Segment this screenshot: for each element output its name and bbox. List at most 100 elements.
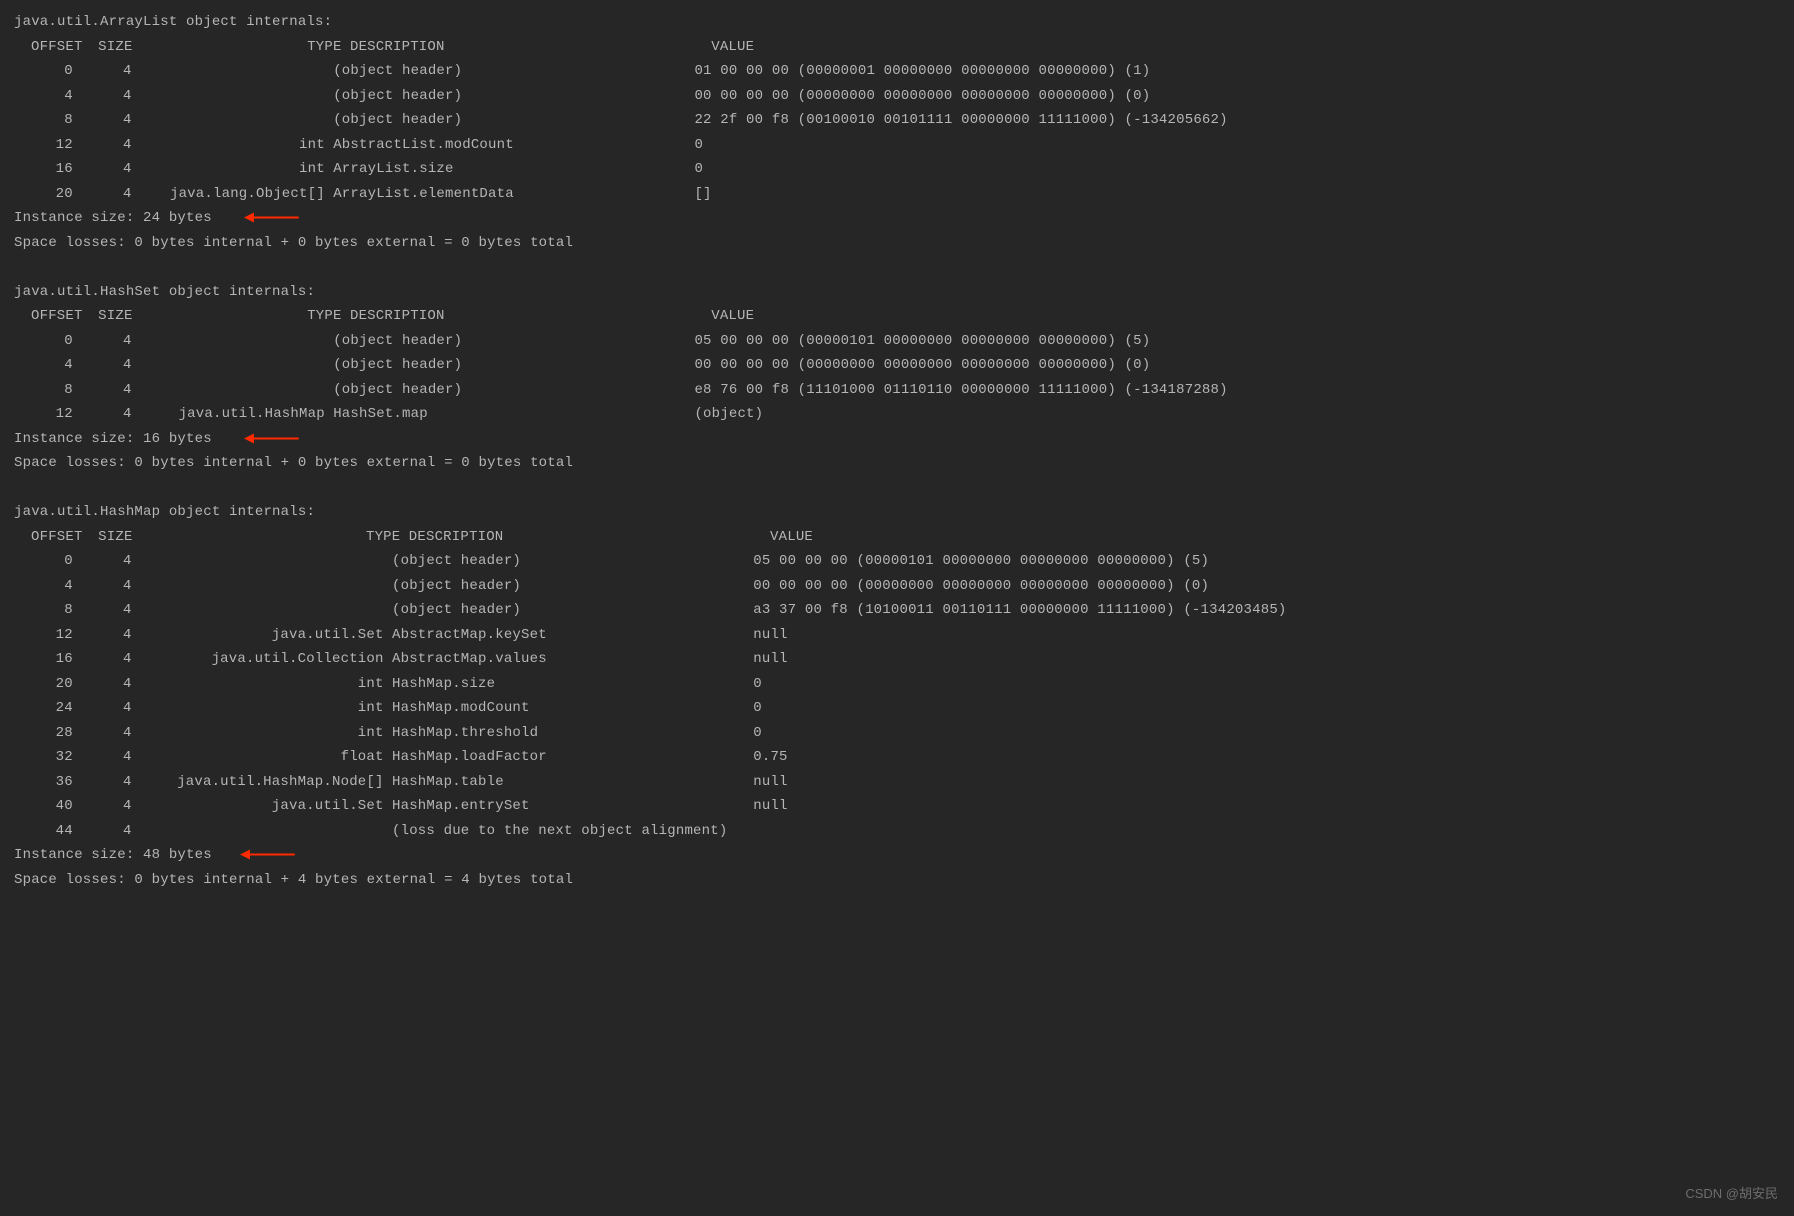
table-row: 164intArrayList.size0 (14, 157, 1780, 182)
space-losses-line: Space losses: 0 bytes internal + 0 bytes… (14, 451, 1780, 476)
col-hdr-type: TYPE (157, 35, 342, 60)
cell-desc: AbstractMap.values (392, 647, 753, 672)
table-row: 04(object header)05 00 00 00 (00000101 0… (14, 549, 1780, 574)
table-row: 44(object header)00 00 00 00 (00000000 0… (14, 574, 1780, 599)
col-hdr-offset: OFFSET (14, 35, 81, 60)
table-row: 204intHashMap.size0 (14, 672, 1780, 697)
cell-offset: 0 (14, 329, 73, 354)
cell-value: 0 (694, 133, 1780, 158)
cell-size: 4 (73, 794, 132, 819)
col-hdr-size: SIZE (81, 35, 148, 60)
space-losses-line: Space losses: 0 bytes internal + 4 bytes… (14, 868, 1780, 893)
cell-size: 4 (73, 745, 132, 770)
cell-type (140, 329, 325, 354)
cell-size: 4 (73, 819, 132, 844)
table-row: 204java.lang.Object[]ArrayList.elementDa… (14, 182, 1780, 207)
cell-desc: (loss due to the next object alignment) (392, 819, 753, 844)
cell-type (140, 574, 384, 599)
highlight-arrow-icon (244, 213, 299, 223)
col-hdr-value: VALUE (770, 525, 1780, 550)
cell-type (140, 108, 325, 133)
cell-offset: 8 (14, 108, 73, 133)
col-hdr-value: VALUE (711, 304, 1780, 329)
cell-offset: 4 (14, 574, 73, 599)
cell-offset: 4 (14, 84, 73, 109)
table-row: 84(object header)e8 76 00 f8 (11101000 0… (14, 378, 1780, 403)
table-row: 04(object header)05 00 00 00 (00000101 0… (14, 329, 1780, 354)
cell-size: 4 (73, 647, 132, 672)
cell-value: 0 (694, 157, 1780, 182)
cell-desc: (object header) (333, 84, 694, 109)
cell-offset: 12 (14, 623, 73, 648)
section-title: java.util.HashMap object internals: (14, 500, 1780, 525)
cell-size: 4 (73, 623, 132, 648)
cell-type: int (140, 672, 384, 697)
cell-type: float (140, 745, 384, 770)
cell-desc: AbstractList.modCount (333, 133, 694, 158)
col-hdr-desc: DESCRIPTION (409, 525, 770, 550)
cell-size: 4 (73, 157, 132, 182)
cell-offset: 16 (14, 647, 73, 672)
cell-value: null (753, 647, 1780, 672)
highlight-arrow-icon (244, 433, 299, 443)
col-hdr-desc: DESCRIPTION (350, 304, 711, 329)
cell-offset: 12 (14, 402, 73, 427)
col-hdr-size: SIZE (81, 304, 148, 329)
col-hdr-type: TYPE (157, 304, 342, 329)
cell-desc: (object header) (333, 108, 694, 133)
cell-value: a3 37 00 f8 (10100011 00110111 00000000 … (753, 598, 1780, 623)
cell-offset: 12 (14, 133, 73, 158)
cell-size: 4 (73, 59, 132, 84)
col-hdr-size: SIZE (81, 525, 148, 550)
cell-type (140, 378, 325, 403)
cell-desc: (object header) (392, 598, 753, 623)
cell-type: java.lang.Object[] (140, 182, 325, 207)
cell-type: java.util.Set (140, 794, 384, 819)
cell-offset: 20 (14, 672, 73, 697)
cell-value: 01 00 00 00 (00000001 00000000 00000000 … (694, 59, 1780, 84)
cell-size: 4 (73, 402, 132, 427)
cell-value (753, 819, 1780, 844)
cell-value: 0.75 (753, 745, 1780, 770)
cell-size: 4 (73, 84, 132, 109)
table-row: 44(object header)00 00 00 00 (00000000 0… (14, 84, 1780, 109)
cell-offset: 0 (14, 59, 73, 84)
cell-offset: 20 (14, 182, 73, 207)
instance-size-line: Instance size: 16 bytes (14, 427, 1780, 452)
cell-desc: (object header) (333, 378, 694, 403)
cell-desc: (object header) (333, 59, 694, 84)
highlight-arrow-icon (240, 850, 295, 860)
cell-size: 4 (73, 108, 132, 133)
cell-desc: ArrayList.elementData (333, 182, 694, 207)
cell-type (140, 84, 325, 109)
col-hdr-offset: OFFSET (14, 525, 81, 550)
cell-type: java.util.Collection (140, 647, 384, 672)
cell-type: int (140, 157, 325, 182)
cell-value: 00 00 00 00 (00000000 00000000 00000000 … (753, 574, 1780, 599)
cell-type (140, 353, 325, 378)
cell-type: int (140, 133, 325, 158)
cell-type: java.util.HashMap (140, 402, 325, 427)
terminal-output: java.util.ArrayList object internals: OF… (0, 0, 1794, 902)
table-row: 84(object header)a3 37 00 f8 (10100011 0… (14, 598, 1780, 623)
cell-value: e8 76 00 f8 (11101000 01110110 00000000 … (694, 378, 1780, 403)
cell-value: 05 00 00 00 (00000101 00000000 00000000 … (694, 329, 1780, 354)
cell-offset: 8 (14, 598, 73, 623)
table-row: 124java.util.SetAbstractMap.keySetnull (14, 623, 1780, 648)
cell-value: null (753, 623, 1780, 648)
cell-offset: 24 (14, 696, 73, 721)
table-row: 124java.util.HashMapHashSet.map(object) (14, 402, 1780, 427)
cell-desc: HashMap.table (392, 770, 753, 795)
cell-desc: (object header) (333, 329, 694, 354)
cell-value: 22 2f 00 f8 (00100010 00101111 00000000 … (694, 108, 1780, 133)
col-hdr-type: TYPE (157, 525, 401, 550)
cell-type (140, 819, 384, 844)
cell-size: 4 (73, 549, 132, 574)
cell-value: null (753, 770, 1780, 795)
instance-size-line: Instance size: 24 bytes (14, 206, 1780, 231)
cell-size: 4 (73, 133, 132, 158)
cell-desc: ArrayList.size (333, 157, 694, 182)
cell-desc: (object header) (392, 574, 753, 599)
table-row: 444(loss due to the next object alignmen… (14, 819, 1780, 844)
cell-desc: HashMap.loadFactor (392, 745, 753, 770)
